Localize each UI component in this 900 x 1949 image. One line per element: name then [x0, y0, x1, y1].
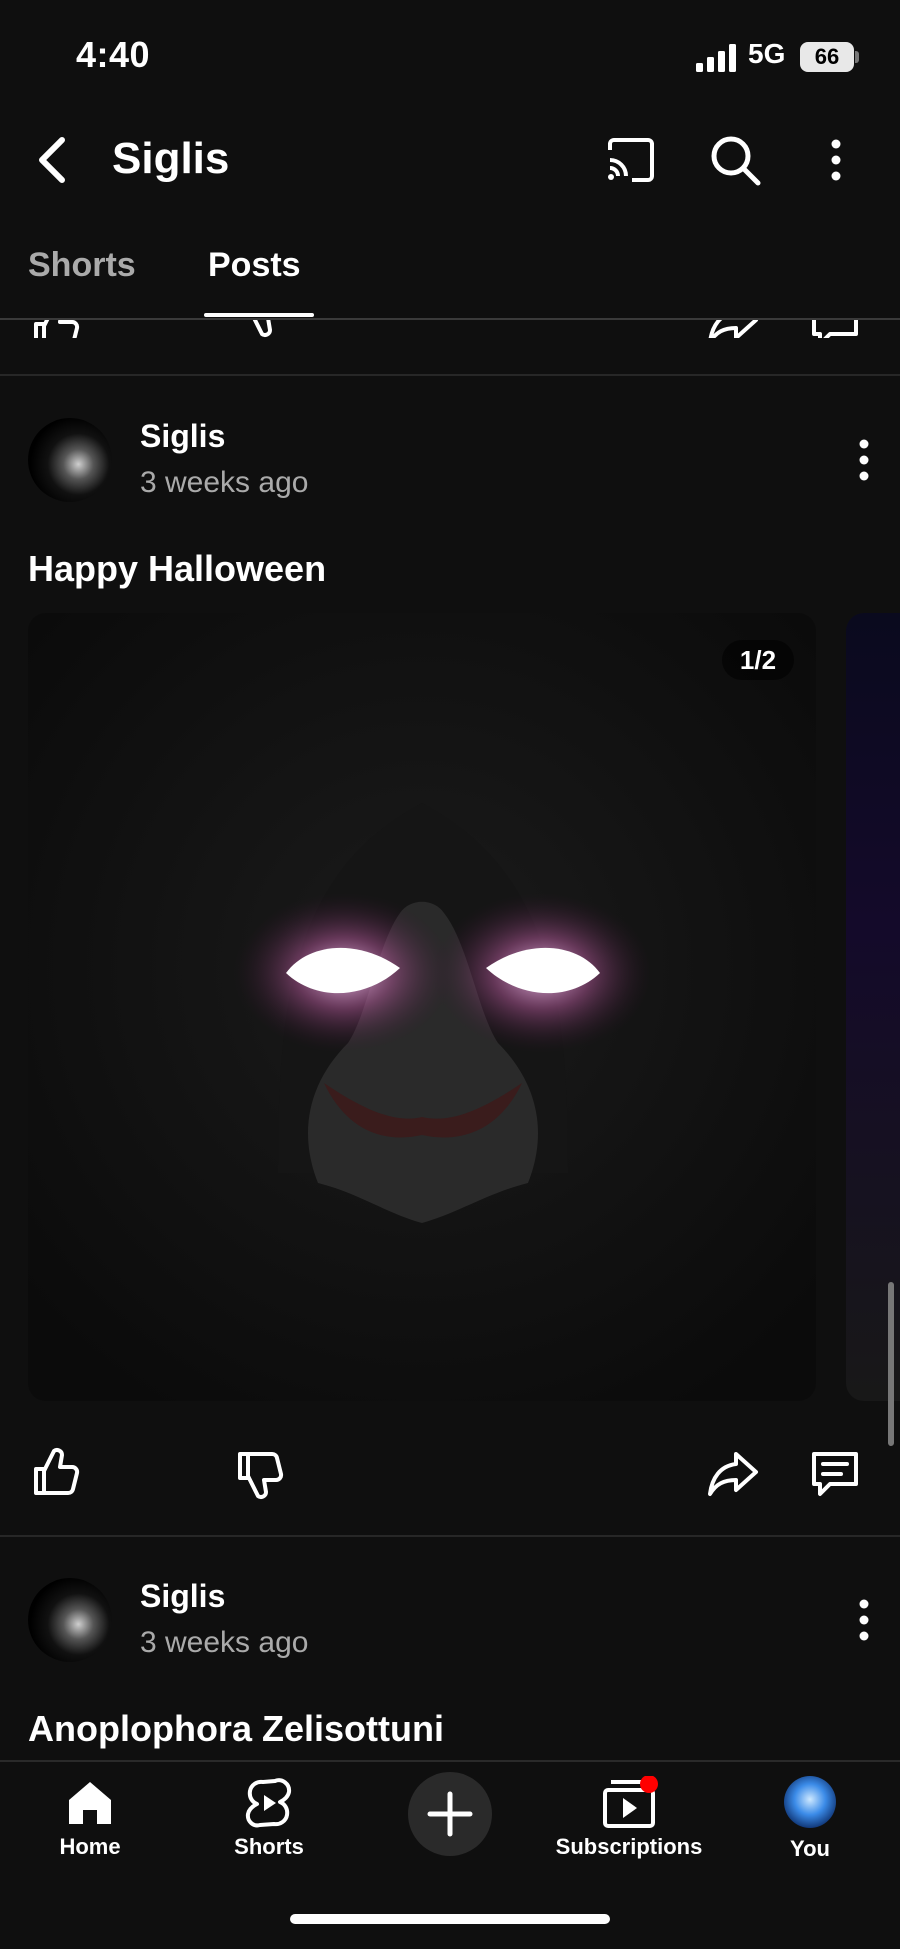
home-indicator[interactable] — [290, 1914, 610, 1924]
post-time: 3 weeks ago — [140, 466, 309, 499]
scrollbar[interactable] — [888, 1282, 894, 1446]
subscriptions-icon — [603, 1776, 658, 1828]
status-time: 4:40 — [76, 34, 151, 75]
share-icon[interactable] — [706, 1446, 760, 1500]
post-divider — [0, 374, 900, 376]
post-image[interactable] — [28, 613, 816, 1401]
network-label: 5G — [748, 38, 786, 69]
tab-shorts[interactable]: Shorts — [28, 246, 136, 285]
nav-shorts[interactable]: Shorts — [219, 1776, 319, 1860]
post-more-icon[interactable] — [854, 1598, 874, 1642]
nav-home[interactable]: Home — [40, 1776, 140, 1860]
dislike-icon[interactable] — [232, 1448, 286, 1502]
post-title: Happy Halloween — [28, 548, 327, 589]
back-arrow-icon[interactable] — [30, 132, 74, 188]
active-tab-indicator — [204, 313, 314, 317]
post-author[interactable]: Siglis — [140, 1578, 225, 1615]
like-icon[interactable] — [28, 1445, 82, 1499]
post-title: Anoplophora Zelisottuni — [28, 1708, 444, 1749]
post-more-icon[interactable] — [854, 438, 874, 482]
shorts-icon — [245, 1778, 292, 1828]
post-author[interactable]: Siglis — [140, 418, 225, 455]
author-avatar[interactable] — [28, 418, 112, 502]
home-icon — [69, 1782, 111, 1824]
create-button[interactable] — [408, 1772, 492, 1856]
post-time: 3 weeks ago — [140, 1626, 309, 1659]
avatar — [784, 1776, 836, 1828]
battery-tip — [855, 51, 859, 63]
nav-you[interactable]: You — [760, 1776, 860, 1862]
previous-post-actions — [0, 320, 900, 338]
signal-icon — [696, 44, 736, 72]
image-counter: 1/2 — [722, 640, 794, 680]
post-divider — [0, 1535, 900, 1537]
cast-icon[interactable] — [604, 136, 658, 184]
search-icon[interactable] — [708, 133, 762, 187]
like-icon[interactable] — [28, 320, 82, 338]
nav-subscriptions[interactable]: Subscriptions — [548, 1776, 710, 1860]
comment-icon[interactable] — [808, 320, 862, 338]
battery-indicator: 66 — [800, 42, 854, 72]
tab-posts[interactable]: Posts — [208, 246, 301, 285]
share-icon[interactable] — [706, 320, 760, 338]
channel-title: Siglis — [112, 134, 230, 183]
halloween-mask-image — [28, 613, 816, 1401]
create-icon — [427, 1791, 473, 1837]
author-avatar[interactable] — [28, 1578, 112, 1662]
dislike-icon[interactable] — [236, 320, 290, 338]
comment-icon[interactable] — [808, 1446, 862, 1500]
more-options-icon[interactable] — [818, 136, 854, 184]
